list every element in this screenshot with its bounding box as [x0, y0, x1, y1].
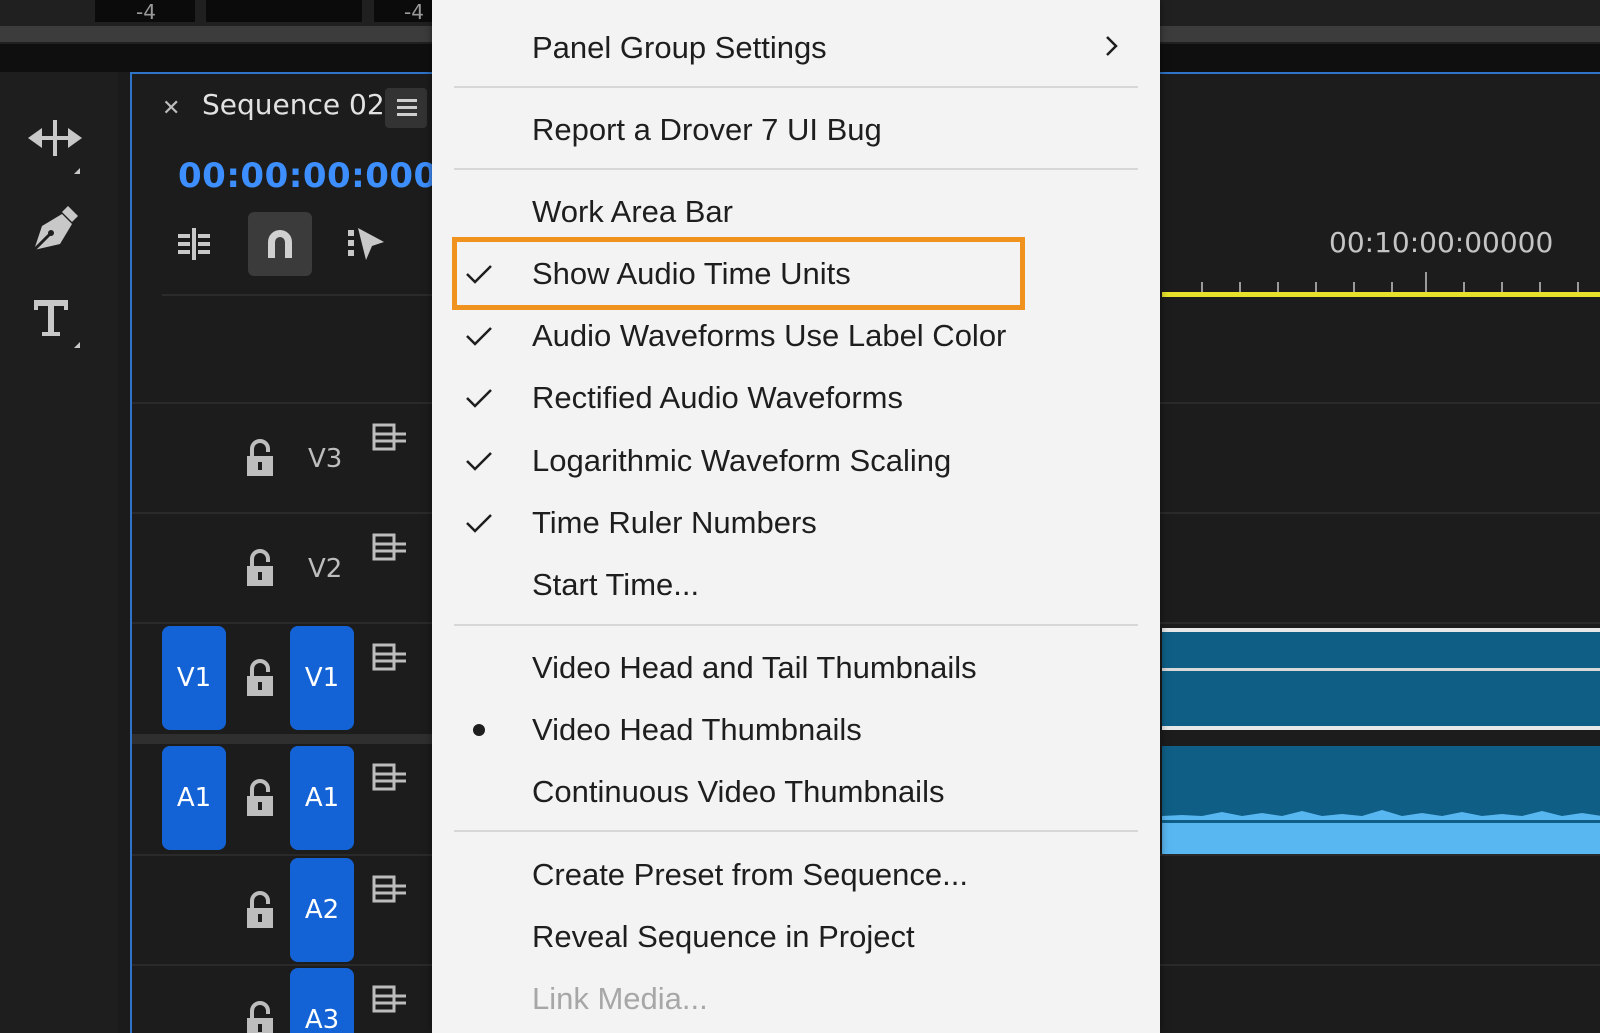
linked-selection-icon: [348, 228, 384, 260]
menu-separator: [454, 624, 1138, 626]
tools-panel: [0, 72, 118, 1033]
snap-button[interactable]: [248, 212, 312, 276]
linked-selection-button[interactable]: [334, 212, 398, 276]
insert-nest-button[interactable]: [162, 212, 226, 276]
sequence-tab-title[interactable]: Sequence 02: [202, 88, 385, 121]
video-audio-divider[interactable]: [132, 734, 432, 744]
sync-lock-icon[interactable]: [372, 422, 408, 452]
hamburger-icon-line: [397, 106, 417, 109]
bullet-icon: [473, 724, 485, 736]
menu-item-panel-group-settings[interactable]: Panel Group Settings: [532, 30, 827, 66]
lock-icon[interactable]: [244, 890, 278, 930]
track-target-a3[interactable]: A3: [290, 968, 354, 1033]
menu-item-video-head-tail-thumbnails[interactable]: Video Head and Tail Thumbnails: [532, 650, 977, 686]
menu-item-link-media: Link Media...: [532, 981, 708, 1016]
lock-icon[interactable]: [244, 778, 278, 818]
menu-item-audio-waveforms-label-color[interactable]: Audio Waveforms Use Label Color: [532, 318, 1006, 354]
menu-separator: [454, 168, 1138, 170]
menu-separator: [454, 86, 1138, 88]
playhead-timecode[interactable]: 00:00:00:00000: [178, 156, 434, 196]
lock-icon[interactable]: [244, 548, 278, 588]
sync-lock-icon[interactable]: [372, 762, 408, 792]
meter-label-left: -4: [136, 0, 156, 24]
lock-icon[interactable]: [244, 658, 278, 698]
insert-nest-icon: [178, 228, 210, 260]
source-patch-v1[interactable]: V1: [162, 626, 226, 730]
ruler-time-label: 00:10:00:00000: [1329, 226, 1554, 259]
menu-item-rectified-audio-waveforms[interactable]: Rectified Audio Waveforms: [532, 380, 903, 416]
menu-item-work-area-bar[interactable]: Work Area Bar: [532, 194, 733, 230]
menu-item-continuous-video-thumbnails[interactable]: Continuous Video Thumbnails: [532, 774, 944, 810]
check-icon: [466, 327, 492, 346]
lock-icon[interactable]: [244, 438, 278, 478]
track-target-a1[interactable]: A1: [290, 746, 354, 850]
check-icon: [466, 389, 492, 408]
track-target-a2[interactable]: A2: [290, 858, 354, 962]
menu-item-start-time[interactable]: Start Time...: [532, 567, 699, 603]
menu-item-create-preset[interactable]: Create Preset from Sequence...: [532, 857, 968, 893]
type-icon[interactable]: [22, 286, 90, 354]
meter-label-right: -4: [404, 0, 424, 24]
audio-clip-a1[interactable]: [1162, 746, 1600, 854]
sync-lock-icon[interactable]: [372, 642, 408, 672]
panel-menu-button[interactable]: [385, 88, 427, 128]
source-patch-a1[interactable]: A1: [162, 746, 226, 850]
menu-item-logarithmic-waveform-scaling[interactable]: Logarithmic Waveform Scaling: [532, 443, 951, 479]
menu-item-time-ruler-numbers[interactable]: Time Ruler Numbers: [532, 505, 817, 541]
hamburger-icon-line: [397, 99, 417, 102]
check-icon: [466, 514, 492, 533]
timeline-context-menu: Panel Group Settings Report a Drover 7 U…: [432, 0, 1160, 1033]
track-target-v1[interactable]: V1: [290, 626, 354, 730]
video-clip-v1[interactable]: [1162, 628, 1600, 730]
clip-divider-line: [1162, 668, 1600, 671]
track-label-v2[interactable]: V2: [308, 554, 342, 584]
work-area-bar[interactable]: [1162, 292, 1600, 297]
track-label-v3[interactable]: V3: [308, 444, 342, 474]
menu-item-report-bug[interactable]: Report a Drover 7 UI Bug: [532, 112, 882, 148]
lock-icon[interactable]: [244, 1000, 278, 1033]
pen-icon[interactable]: [22, 200, 90, 268]
menu-item-video-head-thumbnails[interactable]: Video Head Thumbnails: [532, 712, 862, 748]
highlight-box: [452, 237, 1025, 310]
meter-box-mid: [206, 0, 362, 22]
sync-lock-icon[interactable]: [372, 984, 408, 1014]
ripple-edit-icon[interactable]: [22, 112, 90, 180]
tab-close-icon[interactable]: ✕: [162, 96, 180, 121]
header-separator: [162, 294, 432, 296]
hamburger-icon-line: [397, 113, 417, 116]
time-ruler[interactable]: [1162, 272, 1600, 294]
check-icon: [466, 452, 492, 471]
audio-waveform: [1162, 810, 1600, 854]
sync-lock-icon[interactable]: [372, 874, 408, 904]
chevron-right-icon: [1106, 36, 1118, 56]
menu-item-reveal-sequence[interactable]: Reveal Sequence in Project: [532, 919, 915, 955]
menu-separator: [454, 830, 1138, 832]
sync-lock-icon[interactable]: [372, 532, 408, 562]
snap-magnet-icon: [268, 230, 292, 258]
